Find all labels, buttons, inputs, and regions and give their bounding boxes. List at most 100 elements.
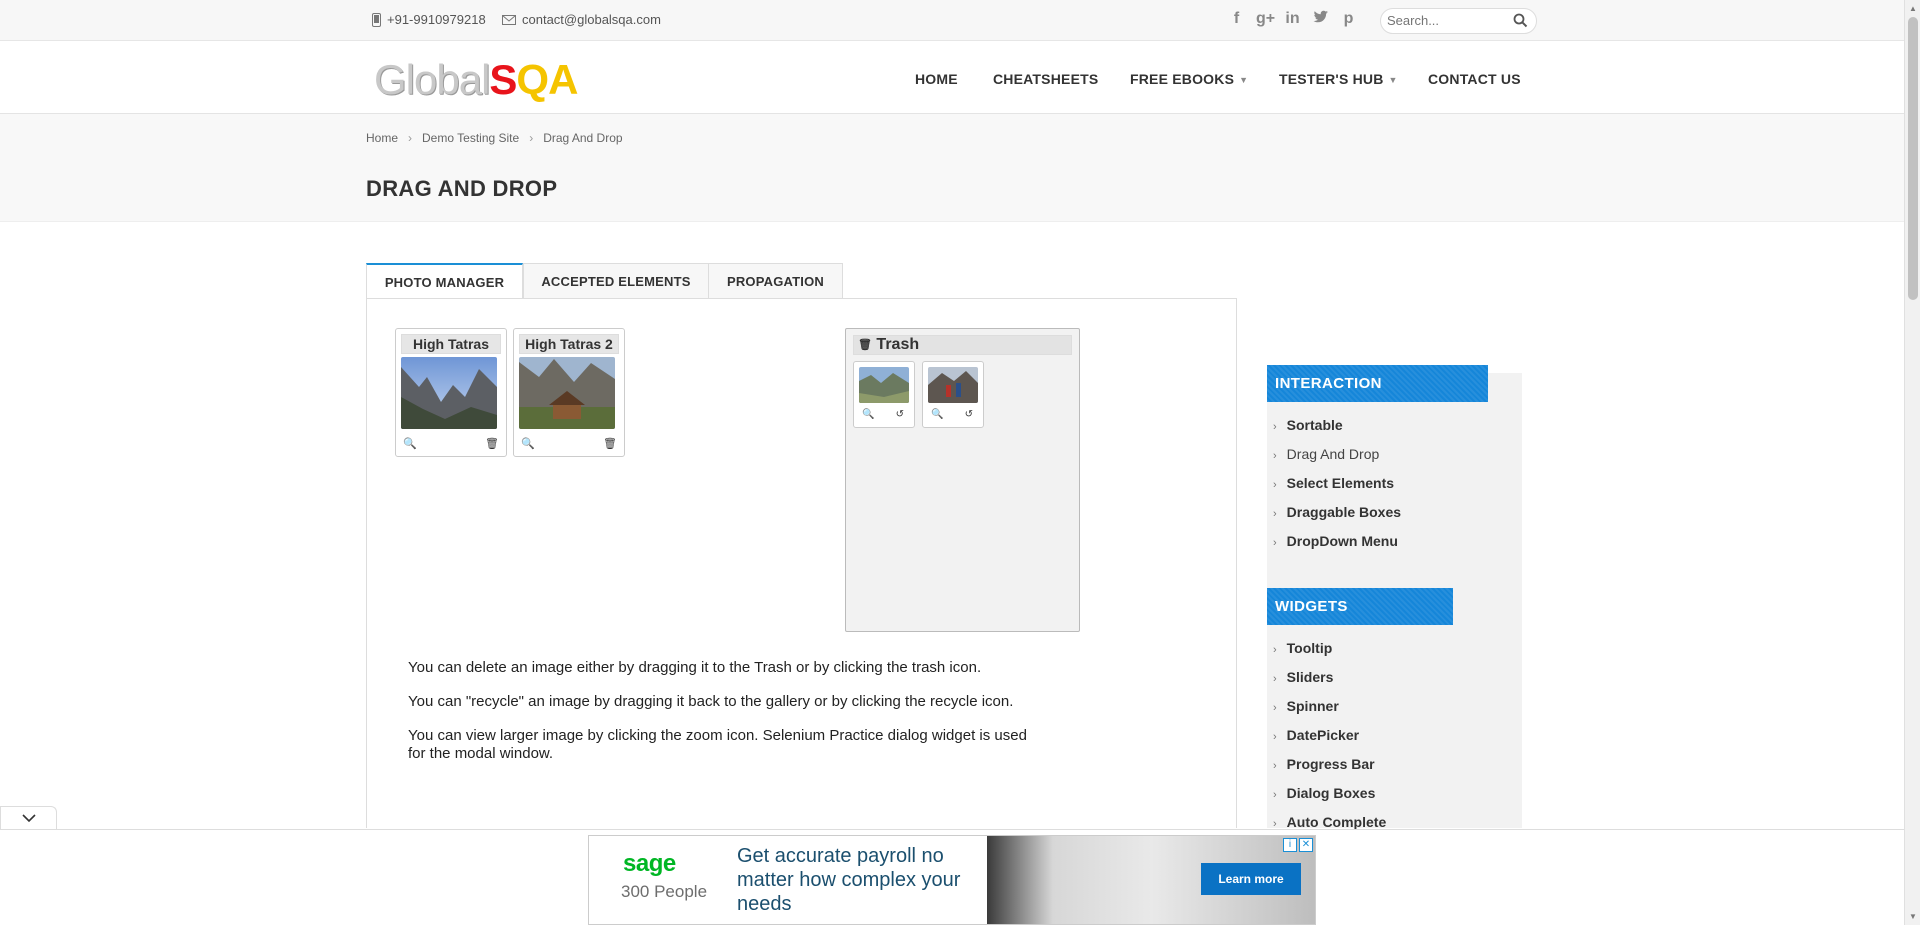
close-icon[interactable]: ✕ xyxy=(1299,838,1313,852)
facebook-icon[interactable]: f xyxy=(1228,10,1245,29)
ad-learn-more-button[interactable]: Learn more xyxy=(1201,863,1301,895)
hikers-photo-thumbnail xyxy=(928,367,978,403)
chevron-right-icon: › xyxy=(1273,479,1277,491)
zoom-icon[interactable]: 🔍 xyxy=(403,437,417,450)
photo-title: High Tatras 2 xyxy=(519,334,619,354)
sidebar-heading-interaction: INTERACTION xyxy=(1267,365,1488,402)
info-icon[interactable]: i xyxy=(1283,838,1297,852)
sidebar-item-draggable-boxes[interactable]: › Draggable Boxes xyxy=(1273,504,1401,520)
trashed-photo[interactable]: 🔍 ↺ xyxy=(853,361,915,428)
trash-dropzone[interactable]: 🗑 Trash 🔍 ↺ 🔍 ↺ xyxy=(845,328,1080,632)
advertisement-banner[interactable]: sage 300 People Get accurate payroll no … xyxy=(588,835,1316,925)
email-contact[interactable]: contact@globalsqa.com xyxy=(502,12,661,27)
chevron-right-icon: › xyxy=(1273,673,1277,685)
linkedin-icon[interactable]: in xyxy=(1284,10,1301,29)
chevron-right-icon: › xyxy=(1273,731,1277,743)
chevron-right-icon: › xyxy=(1273,450,1277,462)
google-plus-icon[interactable]: g+ xyxy=(1256,10,1275,29)
mountain-photo xyxy=(401,357,497,429)
mountain-hut-photo xyxy=(519,357,615,429)
page-scrollbar[interactable]: ▲ ▼ xyxy=(1904,0,1920,925)
breadcrumb-home[interactable]: Home xyxy=(366,131,398,145)
nav-cheatsheets[interactable]: CHEATSHEETS xyxy=(993,71,1098,87)
globalsqa-logo[interactable]: GlobalSQA xyxy=(374,56,578,104)
twitter-icon[interactable] xyxy=(1312,10,1329,29)
tab-photo-manager[interactable]: PHOTO MANAGER xyxy=(366,263,523,300)
email-address[interactable]: contact@globalsqa.com xyxy=(522,12,661,27)
search-input[interactable] xyxy=(1387,13,1507,28)
nav-testers-hub[interactable]: TESTER'S HUB ▼ xyxy=(1279,71,1398,87)
chevron-right-icon: › xyxy=(1273,537,1277,549)
zoom-icon[interactable]: 🔍 xyxy=(521,437,535,450)
top-bar: +91-9910979218 contact@globalsqa.com f g… xyxy=(0,0,1904,41)
chevron-right-icon: › xyxy=(1273,421,1277,433)
tab-accepted-elements[interactable]: ACCEPTED ELEMENTS xyxy=(523,263,709,299)
ad-brand: sage xyxy=(623,850,676,877)
nav-home[interactable]: HOME xyxy=(915,71,958,87)
instruction-text: You can view larger image by clicking th… xyxy=(408,727,1027,762)
trash-icon: 🗑 xyxy=(858,339,872,351)
ad-brand-sub: 300 People xyxy=(621,882,708,901)
photo-title: High Tatras xyxy=(401,334,501,354)
sidebar-item-dialog-boxes[interactable]: › Dialog Boxes xyxy=(1273,785,1375,801)
social-links: f g+ in p xyxy=(1228,10,1357,29)
breadcrumb-current: Drag And Drop xyxy=(543,131,623,145)
recycle-icon[interactable]: ↺ xyxy=(965,409,973,420)
phone-contact: +91-9910979218 xyxy=(372,12,486,27)
ad-choices[interactable]: i ✕ xyxy=(1283,838,1313,852)
scroll-up-arrow-icon[interactable]: ▲ xyxy=(1909,4,1917,13)
sidebar-item-sortable[interactable]: › Sortable xyxy=(1273,417,1343,433)
search-icon[interactable] xyxy=(1513,13,1528,28)
mail-icon xyxy=(502,14,516,25)
sidebar-item-progress-bar[interactable]: › Progress Bar xyxy=(1273,756,1375,772)
sidebar: INTERACTION › Sortable › Drag And Drop › Se… xyxy=(1267,365,1522,830)
sidebar-item-tooltip[interactable]: › Tooltip xyxy=(1273,640,1332,656)
sidebar-item-datepicker[interactable]: › DatePicker xyxy=(1273,727,1359,743)
trash-title: Trash xyxy=(876,336,920,353)
sidebar-item-spinner[interactable]: › Spinner xyxy=(1273,698,1339,714)
pinterest-icon[interactable]: p xyxy=(1340,10,1357,29)
trash-icon[interactable]: 🗑 xyxy=(485,437,499,450)
chevron-right-icon: › xyxy=(1273,702,1277,714)
breadcrumb-separator: › xyxy=(408,131,413,145)
zoom-icon[interactable]: 🔍 xyxy=(931,409,943,420)
chevron-down-icon: ▼ xyxy=(1239,75,1249,86)
breadcrumb: Home › Demo Testing Site › Drag And Drop xyxy=(366,131,623,145)
sidebar-item-dropdown-menu[interactable]: › DropDown Menu xyxy=(1273,533,1398,549)
ad-collapse-button[interactable] xyxy=(0,806,57,830)
instruction-text: You can "recycle" an image by dragging i… xyxy=(408,693,1014,710)
chevron-down-icon xyxy=(21,814,36,823)
nav-testers-hub-label: TESTER'S HUB xyxy=(1279,71,1384,87)
sidebar-item-auto-complete[interactable]: › Auto Complete xyxy=(1273,814,1386,830)
gallery-photo[interactable]: High Tatras 2 🔍 🗑 xyxy=(513,328,625,457)
breadcrumb-separator: › xyxy=(529,131,534,145)
instruction-text: You can delete an image either by draggi… xyxy=(408,659,982,676)
chevron-right-icon: › xyxy=(1273,760,1277,772)
chevron-right-icon: › xyxy=(1273,644,1277,656)
sidebar-item-drag-and-drop[interactable]: › Drag And Drop xyxy=(1273,446,1379,462)
scrollbar-thumb[interactable] xyxy=(1908,17,1918,300)
tab-propagation[interactable]: PROPAGATION xyxy=(708,263,843,299)
nav-contact-us[interactable]: CONTACT US xyxy=(1428,71,1521,87)
search-box[interactable] xyxy=(1380,8,1537,34)
trash-icon[interactable]: 🗑 xyxy=(603,437,617,450)
page-title: DRAG AND DROP xyxy=(366,176,558,201)
chevron-right-icon: › xyxy=(1273,508,1277,520)
trashed-photo[interactable]: 🔍 ↺ xyxy=(922,361,984,428)
site-header: GlobalSQA HOME CHEATSHEETS FREE EBOOKS ▼ … xyxy=(0,41,1904,114)
sidebar-item-sliders[interactable]: › Sliders xyxy=(1273,669,1333,685)
page-header-band: Home › Demo Testing Site › Drag And Drop… xyxy=(0,114,1904,222)
breadcrumb-demo[interactable]: Demo Testing Site xyxy=(422,131,519,145)
recycle-icon[interactable]: ↺ xyxy=(896,409,904,420)
phone-icon xyxy=(372,12,381,27)
zoom-icon[interactable]: 🔍 xyxy=(862,409,874,420)
ad-headline: Get accurate payroll no matter how compl… xyxy=(737,845,961,915)
sidebar-heading-widgets: WIDGETS xyxy=(1267,588,1453,625)
mountain-photo-thumbnail xyxy=(859,367,909,403)
gallery-photo[interactable]: High Tatras 🔍 🗑 xyxy=(395,328,507,457)
nav-free-ebooks[interactable]: FREE EBOOKS ▼ xyxy=(1130,71,1248,87)
sidebar-item-select-elements[interactable]: › Select Elements xyxy=(1273,475,1394,491)
scroll-down-arrow-icon[interactable]: ▼ xyxy=(1909,912,1917,921)
nav-free-ebooks-label: FREE EBOOKS xyxy=(1130,71,1235,87)
phone-number: +91-9910979218 xyxy=(387,12,486,27)
